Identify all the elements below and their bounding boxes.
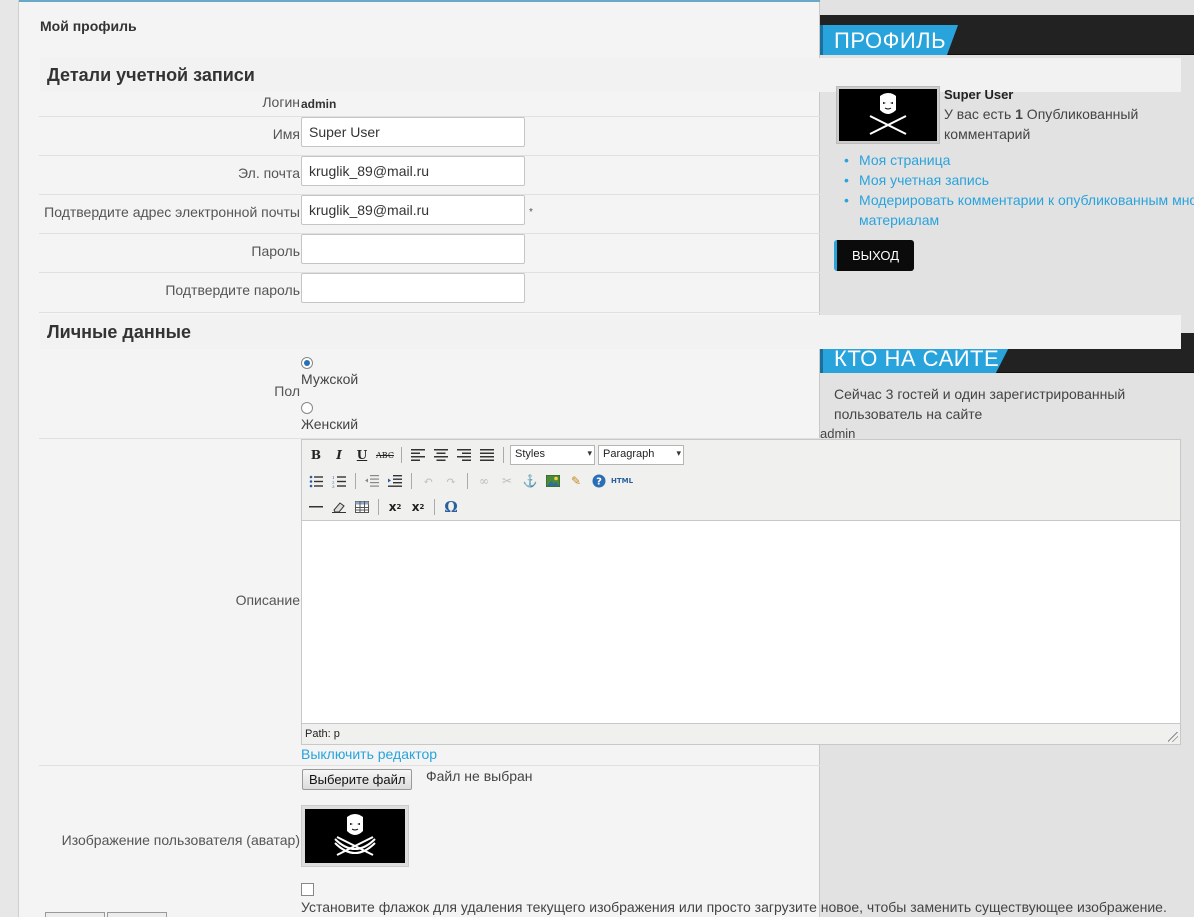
email-label: Эл. почта (238, 165, 300, 181)
svg-text:?: ? (596, 477, 602, 488)
sidebar-links: Моя страница Моя учетная запись Модериро… (842, 150, 1194, 230)
svg-text:3: 3 (332, 484, 335, 488)
window-tab[interactable] (107, 912, 167, 917)
gender-female-label: Женский (301, 416, 359, 432)
comment-count-prefix: У вас есть (944, 106, 1016, 122)
eraser-icon[interactable] (329, 497, 349, 517)
name-field[interactable] (301, 117, 525, 147)
gender-male-radio[interactable] (301, 357, 313, 369)
editor-path: Path: p (305, 728, 340, 740)
login-label: Логин (262, 94, 300, 110)
comment-count-value: 1 (1015, 106, 1023, 122)
pirate-mask-icon (305, 809, 405, 863)
account-section-title: Детали учетной записи (47, 65, 255, 85)
password-confirm-label: Подтвердите пароль (165, 282, 300, 298)
help-icon[interactable]: ? (589, 471, 609, 491)
login-row: Логин (39, 92, 820, 117)
login-value: admin (301, 97, 337, 111)
pirate-mask-icon (839, 89, 937, 141)
table-icon[interactable] (352, 497, 372, 517)
undo-icon[interactable]: ↶ (418, 471, 438, 491)
toolbar-separator (503, 447, 504, 463)
sidebar-comment-count: У вас есть 1 Опубликованный комментарий (944, 104, 1184, 144)
toolbar-separator (467, 473, 468, 489)
horizontal-rule-icon[interactable] (306, 497, 326, 517)
outdent-icon[interactable] (362, 471, 382, 491)
resize-handle-icon[interactable] (1168, 732, 1178, 742)
sidebar-link-moderate-comments[interactable]: Модерировать комментарии к опубликованны… (842, 190, 1194, 230)
window-tabs (0, 912, 200, 917)
numbered-list-icon[interactable]: 123 (329, 471, 349, 491)
gender-female-radio[interactable] (301, 402, 313, 414)
align-center-icon[interactable] (431, 445, 451, 465)
align-left-icon[interactable] (408, 445, 428, 465)
toggle-editor-link[interactable]: Выключить редактор (301, 746, 437, 762)
toolbar-separator (434, 499, 435, 515)
styles-select[interactable]: Styles (510, 445, 595, 465)
italic-icon[interactable]: I (329, 445, 349, 465)
file-status: Файл не выбран (426, 768, 533, 784)
delete-avatar-text: Установите флажок для удаления текущего … (301, 899, 1167, 915)
editor-text-area[interactable] (302, 520, 1180, 724)
page-title: Мой профиль (40, 18, 137, 34)
name-label: Имя (272, 126, 300, 142)
personal-section-title: Личные данные (47, 322, 191, 342)
html-icon[interactable]: HTML (611, 471, 633, 491)
choose-file-button[interactable]: Выберите файл (302, 769, 413, 790)
sidebar-link-my-account[interactable]: Моя учетная запись (842, 170, 1194, 190)
current-avatar (301, 805, 409, 867)
format-select[interactable]: Paragraph (598, 445, 684, 465)
email-confirm-field[interactable] (301, 195, 525, 225)
personal-section-header: Личные данные (40, 315, 1181, 349)
editor-toolbar-row-1: B I U ABC Styles Paragraph (306, 444, 684, 466)
image-icon[interactable] (543, 471, 563, 491)
sidebar-link-my-page[interactable]: Моя страница (842, 150, 1194, 170)
online-user: admin (820, 426, 856, 441)
avatar-row: Изображение пользователя (аватар) (39, 766, 820, 917)
indent-icon[interactable] (385, 471, 405, 491)
sidebar-avatar (836, 86, 940, 144)
email-confirm-label: Подтвердите адрес электронной почты (44, 204, 300, 220)
online-summary: Сейчас 3 гостей и один зарегистрированны… (834, 386, 1126, 422)
required-mark: * (529, 207, 533, 218)
toolbar-separator (401, 447, 402, 463)
sidebar-link-moderate-label: Модерировать комментарии к опубликованны… (859, 192, 1194, 228)
email-field[interactable] (301, 156, 525, 186)
superscript-icon[interactable]: x2 (408, 497, 428, 517)
gender-row: Пол (39, 349, 820, 439)
toolbar-separator (378, 499, 379, 515)
password-confirm-field[interactable] (301, 273, 525, 303)
logout-button[interactable]: ВЫХОД (834, 240, 914, 271)
bullet-list-icon[interactable] (306, 471, 326, 491)
profile-module-header: ПРОФИЛЬ (820, 15, 1194, 55)
avatar-label: Изображение пользователя (аватар) (61, 832, 300, 848)
profile-module-title: ПРОФИЛЬ (820, 25, 959, 55)
window-tab[interactable] (45, 912, 105, 917)
sidebar-user-name: Super User (944, 87, 1014, 102)
align-justify-icon[interactable] (477, 445, 497, 465)
password-field[interactable] (301, 234, 525, 264)
rich-text-editor: B I U ABC Styles Paragraph 123 ↶ ↷ ∞ ✂ ⚓… (301, 439, 1181, 745)
bold-icon[interactable]: B (306, 445, 326, 465)
left-gutter (0, 0, 19, 917)
align-right-icon[interactable] (454, 445, 474, 465)
subscript-icon[interactable]: x2 (385, 497, 405, 517)
link-icon[interactable]: ∞ (474, 471, 494, 491)
gender-male-label: Мужской (301, 371, 359, 387)
strikethrough-icon[interactable]: ABC (375, 445, 395, 465)
cleanup-icon[interactable]: ✎ (566, 471, 586, 491)
unlink-icon[interactable]: ✂ (497, 471, 517, 491)
toolbar-separator (411, 473, 412, 489)
editor-toolbar-row-2: 123 ↶ ↷ ∞ ✂ ⚓ ✎ ? HTML (306, 470, 633, 492)
toolbar-separator (355, 473, 356, 489)
redo-icon[interactable]: ↷ (441, 471, 461, 491)
delete-avatar-checkbox[interactable] (301, 883, 314, 896)
description-label: Описание (235, 592, 300, 608)
anchor-icon[interactable]: ⚓ (520, 471, 540, 491)
omega-icon[interactable]: Ω (441, 497, 461, 517)
editor-toolbar-row-3: x2 x2 Ω (306, 496, 461, 518)
underline-icon[interactable]: U (352, 445, 372, 465)
gender-label: Пол (274, 383, 300, 399)
password-label: Пароль (251, 243, 300, 259)
